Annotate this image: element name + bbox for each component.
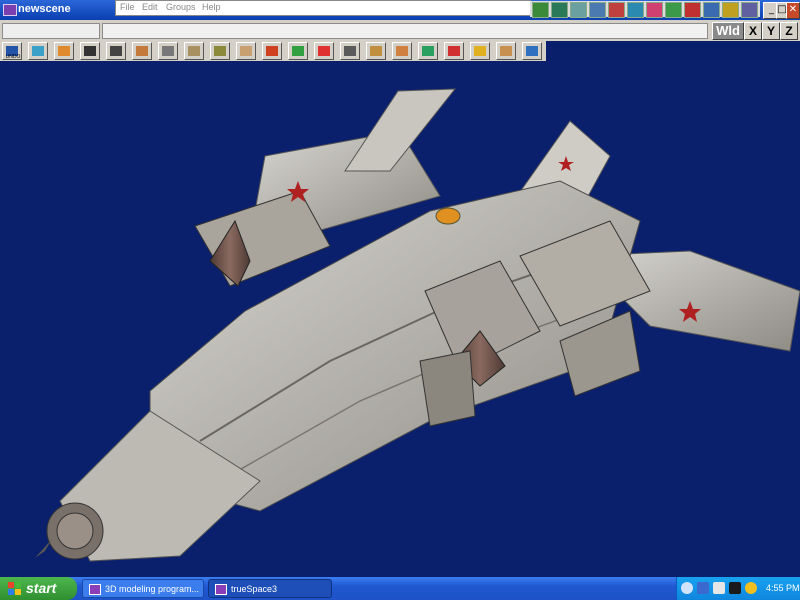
truespace-icon [215, 584, 227, 595]
app-icon [3, 4, 17, 16]
glue-tool-icon [292, 46, 304, 56]
main-toolbar: UNDO [0, 41, 546, 62]
menu-edit[interactable]: Edit [142, 2, 158, 12]
taskbar-button-browser[interactable]: 3D modeling program... [82, 579, 204, 598]
network-icon[interactable] [681, 582, 693, 594]
object-move-tool-icon [162, 46, 174, 56]
deform-tool-icon [370, 46, 382, 56]
undo-label: UNDO [5, 54, 21, 60]
rotate-tool-button[interactable] [184, 42, 204, 60]
scene-tool-icon [500, 46, 512, 56]
axes-tool-button[interactable] [444, 42, 464, 60]
tooldeck-icon[interactable] [665, 2, 682, 18]
y-axis-button[interactable]: Y [762, 22, 780, 40]
tooldeck-icon[interactable] [684, 2, 701, 18]
primitives-tool-button[interactable] [54, 42, 74, 60]
spline-tool-icon [344, 46, 356, 56]
tooldeck-icon[interactable] [532, 2, 549, 18]
spline-tool-button[interactable] [340, 42, 360, 60]
taskbar: start 3D modeling program... trueSpace3 … [0, 577, 800, 600]
3d-view-tool-icon [526, 46, 538, 56]
3d-view-tool-button[interactable] [522, 42, 542, 60]
material-tool-icon [266, 46, 278, 56]
menu-file[interactable]: File [120, 2, 135, 12]
object-move-tool-button[interactable] [158, 42, 178, 60]
tool-deck [530, 1, 760, 18]
animate-tool-icon [396, 46, 408, 56]
eye-move-tool-icon [136, 46, 148, 56]
tooldeck-icon[interactable] [627, 2, 644, 18]
tooldeck-icon[interactable] [722, 2, 739, 18]
3d-viewport[interactable] [0, 61, 800, 577]
eye-move-tool-button[interactable] [132, 42, 152, 60]
input-bar: Wld X Y Z [0, 20, 800, 41]
menu-groups[interactable]: Groups [166, 2, 196, 12]
device-icon[interactable] [729, 582, 741, 594]
tooldeck-icon[interactable] [551, 2, 568, 18]
taskbar-button-truespace[interactable]: trueSpace3 [208, 579, 332, 598]
command-field[interactable] [102, 23, 708, 39]
paint-tool-button[interactable] [236, 42, 256, 60]
boolean-tool-button[interactable] [418, 42, 438, 60]
spaceship-model [35, 88, 800, 562]
clock: 4:55 PM [766, 583, 800, 593]
tooldeck-icon[interactable] [741, 2, 758, 18]
start-button[interactable]: start [0, 577, 77, 600]
rotate-tool-icon [188, 46, 200, 56]
light-tool-icon [318, 46, 330, 56]
select-tool-button[interactable] [106, 42, 126, 60]
z-axis-button[interactable]: Z [780, 22, 798, 40]
navigation-tool-button[interactable] [80, 42, 100, 60]
scale-tool-icon [214, 46, 226, 56]
volume-icon[interactable] [713, 582, 725, 594]
taskbar-button-label: 3D modeling program... [105, 584, 200, 594]
browser-icon [89, 584, 101, 595]
title-bar: newscene File Edit Groups Help _ □ ✕ [0, 0, 800, 20]
object-tool-button[interactable] [28, 42, 48, 60]
deform-tool-button[interactable] [366, 42, 386, 60]
scene-tool-button[interactable] [496, 42, 516, 60]
scale-tool-button[interactable] [210, 42, 230, 60]
tooldeck-icon[interactable] [608, 2, 625, 18]
security-icon[interactable] [745, 582, 757, 594]
object-tool-icon [32, 46, 44, 56]
animate-tool-button[interactable] [392, 42, 412, 60]
select-tool-icon [110, 46, 122, 56]
window-title: newscene [18, 3, 71, 15]
windows-flag-icon [8, 582, 21, 595]
start-label: start [26, 580, 57, 596]
boolean-tool-icon [422, 46, 434, 56]
paint-tool-icon [240, 46, 252, 56]
name-field[interactable] [2, 23, 100, 39]
tray-app-icon[interactable] [697, 582, 709, 594]
axes-tool-icon [448, 46, 460, 56]
close-button[interactable]: ✕ [786, 2, 800, 19]
tooldeck-icon[interactable] [570, 2, 587, 18]
x-axis-button[interactable]: X [744, 22, 762, 40]
tooldeck-icon[interactable] [589, 2, 606, 18]
material-tool-button[interactable] [262, 42, 282, 60]
primitives-tool-icon [58, 46, 70, 56]
tooldeck-icon[interactable] [646, 2, 663, 18]
tooldeck-icon[interactable] [703, 2, 720, 18]
world-coord-button[interactable]: Wld [712, 22, 744, 40]
render-tool-icon [474, 46, 486, 56]
taskbar-button-label: trueSpace3 [231, 584, 278, 594]
render-tool-button[interactable] [470, 42, 490, 60]
navigation-tool-icon [84, 46, 96, 56]
menu-bar: File Edit Groups Help [115, 0, 531, 16]
menu-help[interactable]: Help [202, 2, 221, 12]
undo-tool-button[interactable]: UNDO [2, 42, 22, 60]
light-tool-button[interactable] [314, 42, 334, 60]
system-tray: 4:55 PM [676, 577, 800, 600]
glue-tool-button[interactable] [288, 42, 308, 60]
